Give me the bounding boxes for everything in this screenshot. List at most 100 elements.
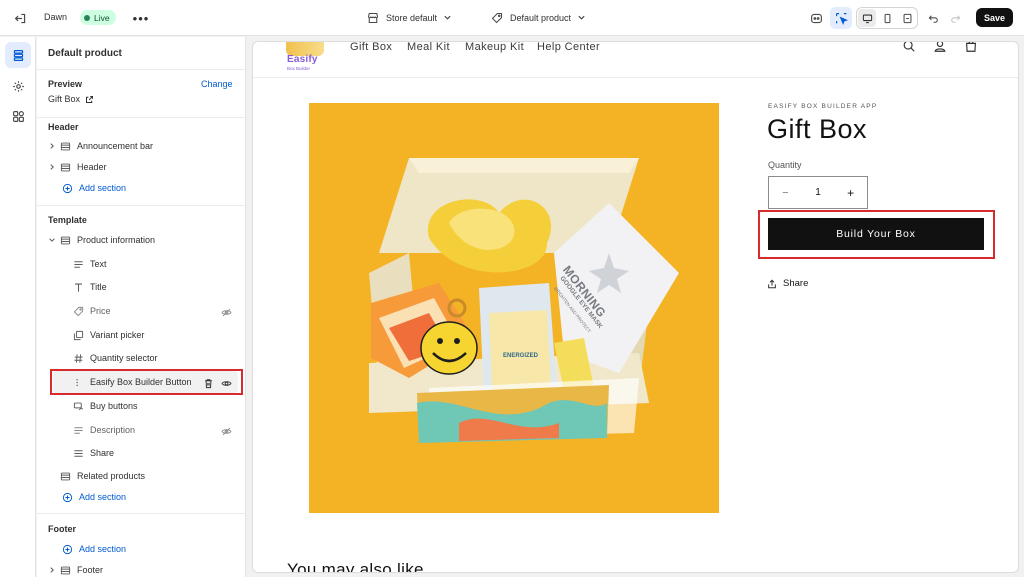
- sections-icon[interactable]: [5, 42, 31, 68]
- product-image[interactable]: MORNING GOOGLE EYE MASK BRIGHTEN AND PRO…: [309, 103, 719, 513]
- full-width-icon[interactable]: [898, 9, 916, 27]
- layout-section-icon: [58, 563, 72, 577]
- block-text[interactable]: Text: [71, 255, 107, 273]
- add-section-button[interactable]: Add section: [60, 488, 126, 506]
- live-badge: Live: [80, 10, 116, 25]
- store-icon: [366, 11, 380, 25]
- top-bar: Dawn Live ••• Store default Default prod…: [0, 0, 1024, 36]
- footer-group-label: Footer: [48, 524, 76, 534]
- cart-bag-icon[interactable]: [963, 42, 979, 54]
- divider: [37, 205, 245, 206]
- share-upload-icon: [767, 279, 777, 289]
- chevron-down-icon: [577, 13, 586, 24]
- layout-section-icon: [58, 139, 72, 153]
- store-selector[interactable]: Store default: [366, 9, 452, 27]
- apps-icon[interactable]: [5, 103, 31, 129]
- related-products-label: Related products: [77, 471, 146, 481]
- quantity-increase-button[interactable]: +: [834, 186, 867, 200]
- save-button[interactable]: Save: [976, 8, 1013, 27]
- quantity-stepper: − 1 +: [768, 176, 868, 209]
- block-quantity-selector[interactable]: Quantity selector: [71, 349, 158, 367]
- external-link-icon: [85, 95, 94, 104]
- live-dot-icon: [84, 14, 90, 21]
- change-preview-link[interactable]: Change: [201, 79, 233, 89]
- preview-value: Gift Box: [48, 94, 81, 104]
- block-label: Buy buttons: [90, 401, 138, 411]
- quantity-value[interactable]: 1: [802, 187, 835, 198]
- header-item-label: Header: [77, 162, 107, 172]
- highlight-box-build-button: [758, 210, 995, 259]
- settings-gear-icon[interactable]: [5, 73, 31, 99]
- app-embed-icon[interactable]: [807, 9, 825, 27]
- block-buy-buttons[interactable]: Buy buttons: [71, 397, 138, 415]
- block-title[interactable]: Title: [71, 278, 107, 296]
- logo-text: Easify: [287, 54, 318, 65]
- desktop-view-icon[interactable]: [858, 9, 876, 27]
- store-header-divider: [253, 77, 1018, 78]
- section-product-information[interactable]: Product information: [48, 231, 155, 249]
- highlight-box-sidebar: [50, 369, 243, 395]
- quantity-decrease-button[interactable]: −: [769, 187, 802, 199]
- block-label: Quantity selector: [90, 353, 158, 363]
- section-related-products[interactable]: Related products: [58, 467, 145, 485]
- tag-icon: [490, 11, 504, 25]
- hidden-eye-icon[interactable]: [219, 305, 233, 319]
- quantity-label: Quantity: [768, 160, 802, 170]
- block-price[interactable]: Price: [71, 302, 111, 320]
- cart-icon: [71, 399, 85, 413]
- divider: [37, 69, 245, 70]
- more-options-icon[interactable]: •••: [132, 10, 150, 26]
- add-section-label: Add section: [79, 544, 127, 554]
- block-label: Price: [90, 306, 111, 316]
- block-variant-picker[interactable]: Variant picker: [71, 326, 144, 344]
- sidebar-title: Default product: [48, 48, 122, 59]
- plus-circle-icon: [60, 181, 74, 195]
- preview-value-link[interactable]: Gift Box: [48, 94, 94, 104]
- chevron-down-icon: [443, 13, 452, 24]
- add-section-button[interactable]: Add section: [60, 540, 126, 558]
- store-logo[interactable]: Easify Box Builder: [286, 42, 324, 74]
- plus-circle-icon: [60, 542, 74, 556]
- block-label: Description: [90, 425, 136, 435]
- divider: [37, 117, 245, 118]
- text-lines-icon: [71, 257, 85, 271]
- share-label: Share: [783, 278, 809, 289]
- plus-circle-icon: [60, 490, 74, 504]
- nav-gift-box[interactable]: Gift Box: [350, 42, 392, 53]
- account-icon[interactable]: [932, 42, 948, 54]
- chevron-right-icon: [48, 142, 58, 150]
- section-announcement-bar[interactable]: Announcement bar: [48, 137, 153, 155]
- theme-name: Dawn: [44, 12, 68, 22]
- share-icon: [71, 446, 85, 460]
- inspector-icon[interactable]: [830, 7, 852, 29]
- preview-label: Preview: [48, 79, 83, 89]
- announcement-bar-label: Announcement bar: [77, 141, 154, 151]
- divider: [37, 513, 245, 514]
- block-description[interactable]: Description: [71, 421, 135, 439]
- add-section-button[interactable]: Add section: [60, 179, 126, 197]
- hash-icon: [71, 351, 85, 365]
- title-t-icon: [71, 280, 85, 294]
- section-header[interactable]: Header: [48, 158, 107, 176]
- block-share[interactable]: Share: [71, 444, 114, 462]
- nav-makeup-kit[interactable]: Makeup Kit: [465, 42, 524, 53]
- price-tag-icon: [71, 304, 85, 318]
- gift-box-photo: [369, 158, 679, 443]
- nav-meal-kit[interactable]: Meal Kit: [407, 42, 450, 53]
- header-group-label: Header: [48, 122, 79, 132]
- undo-icon[interactable]: [924, 9, 942, 27]
- section-footer[interactable]: Footer: [48, 561, 103, 577]
- share-button[interactable]: Share: [767, 278, 808, 289]
- store-label: Store default: [386, 13, 438, 23]
- search-icon[interactable]: [901, 42, 917, 54]
- product-selector[interactable]: Default product: [490, 9, 586, 27]
- hidden-eye-icon[interactable]: [219, 424, 233, 438]
- redo-icon[interactable]: [946, 9, 964, 27]
- layout-section-icon: [58, 233, 72, 247]
- text-lines-icon: [71, 423, 85, 437]
- nav-help-center[interactable]: Help Center: [537, 42, 600, 53]
- chevron-down-icon: [48, 236, 58, 244]
- exit-icon[interactable]: [12, 10, 28, 26]
- mobile-view-icon[interactable]: [878, 9, 896, 27]
- logo-subtext: Box Builder: [287, 66, 311, 71]
